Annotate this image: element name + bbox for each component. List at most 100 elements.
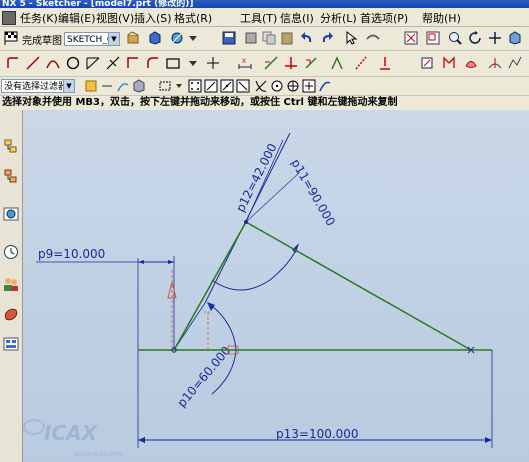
line-tool-icon[interactable] <box>26 56 40 70</box>
snap-endpoint-icon[interactable] <box>204 79 218 93</box>
menu-analysis[interactable]: 分析(L) <box>320 10 357 26</box>
part-navigator-icon[interactable] <box>3 168 19 184</box>
cut-icon[interactable] <box>244 31 258 45</box>
undo-icon[interactable] <box>300 31 314 45</box>
rectangle-select-icon[interactable] <box>158 79 172 93</box>
sketch-name-combo[interactable]: SKETCH_000 ▼ <box>64 32 120 46</box>
alternate-solution-icon[interactable] <box>378 56 392 70</box>
inclined-curve[interactable] <box>173 221 247 351</box>
animate-dimension-icon[interactable] <box>330 56 344 70</box>
sketch-plane-icon[interactable] <box>126 31 140 45</box>
view-orient-icon[interactable] <box>508 31 522 45</box>
quick-trim-icon[interactable] <box>106 56 120 70</box>
filter-type-icon[interactable] <box>84 79 98 93</box>
p11-label[interactable]: p11=90.000 <box>288 157 338 229</box>
roles-icon[interactable] <box>3 276 19 292</box>
profile-icon[interactable] <box>6 56 20 70</box>
dimension-p9[interactable]: p9=10.000 <box>36 247 175 350</box>
convert-reference-icon[interactable] <box>354 56 368 70</box>
snap-all-icon[interactable] <box>188 79 202 93</box>
derived-line-icon[interactable] <box>86 56 100 70</box>
copy-icon[interactable] <box>262 31 276 45</box>
hypotenuse-curve[interactable] <box>245 221 472 351</box>
title-bar: NX 5 - Sketcher - [model7.prt (修改的)] <box>0 0 529 8</box>
web-browser-icon[interactable] <box>3 206 19 222</box>
save-icon[interactable] <box>222 31 236 45</box>
circle-tool-icon[interactable] <box>66 56 80 70</box>
finish-sketch-button[interactable]: 完成草图 <box>22 32 62 47</box>
select-body-icon[interactable] <box>132 79 146 93</box>
redo-icon[interactable] <box>320 31 334 45</box>
toolbar-row-3: 没有选择过滤器 ▼ <box>0 77 529 96</box>
p9-label[interactable]: p9=10.000 <box>38 247 105 261</box>
p10-arrowhead <box>207 302 215 311</box>
snap-quadrant-icon[interactable] <box>286 79 300 93</box>
p10-label[interactable]: p10=60.000 <box>175 344 234 410</box>
vertex-point-b[interactable] <box>244 220 248 224</box>
toolbar-row-1: 完成草图 SKETCH_000 ▼ <box>0 27 529 51</box>
sketch-svg[interactable]: p12=42.000 p11=90.000 p9=10.000 p10=60.0… <box>23 110 529 462</box>
offset-curve-icon[interactable] <box>420 56 434 70</box>
p13-label[interactable]: p13=100.000 <box>276 427 359 441</box>
selection-filter-combo[interactable]: 没有选择过滤器 ▼ <box>1 79 75 93</box>
orient-view-icon[interactable] <box>148 31 162 45</box>
zoom-icon[interactable] <box>448 31 462 45</box>
snap-intersection-icon[interactable] <box>254 79 268 93</box>
paste-icon[interactable] <box>280 31 294 45</box>
arc-tool-icon[interactable] <box>46 56 60 70</box>
resource-bar <box>0 110 23 462</box>
palette-icon[interactable] <box>3 336 19 352</box>
select-face-icon[interactable] <box>116 79 130 93</box>
reattach-icon[interactable] <box>170 31 184 45</box>
fit-icon[interactable] <box>404 31 418 45</box>
constraints-icon[interactable] <box>264 56 278 70</box>
edit-curve-icon[interactable] <box>508 56 522 70</box>
app-menu-icon[interactable] <box>2 11 16 25</box>
menu-edit[interactable]: 编辑(E) <box>58 10 96 26</box>
assembly-navigator-icon[interactable] <box>3 138 19 154</box>
snap-control-icon[interactable] <box>236 79 250 93</box>
dimension-p12[interactable]: p12=42.000 <box>173 132 291 351</box>
snap-on-curve-icon[interactable] <box>318 79 332 93</box>
snap-arc-center-icon[interactable] <box>270 79 284 93</box>
select-arrow-icon[interactable] <box>344 31 358 45</box>
rotate-icon[interactable] <box>468 31 482 45</box>
point-tool-icon[interactable] <box>206 56 220 70</box>
sketch-curves[interactable] <box>138 220 492 354</box>
menu-format[interactable]: 格式(R) <box>174 10 212 26</box>
show-constraints-icon[interactable] <box>284 56 298 70</box>
dropdown-arrow-icon-2[interactable] <box>186 56 200 70</box>
auto-constrain-icon[interactable] <box>304 56 318 70</box>
dropdown-arrow-icon-3[interactable] <box>172 79 186 93</box>
intersection-icon[interactable] <box>488 56 502 70</box>
history-clock-icon[interactable] <box>3 244 19 260</box>
mirror-icon[interactable] <box>442 56 456 70</box>
dimension-p10[interactable]: p10=60.000 <box>175 302 237 410</box>
menu-view[interactable]: 视图(V) <box>96 10 134 26</box>
quick-extend-icon[interactable] <box>126 56 140 70</box>
snap-midpoint-icon[interactable] <box>220 79 234 93</box>
system-materials-icon[interactable] <box>3 306 19 322</box>
menu-task[interactable]: 任务(K) <box>20 10 58 26</box>
graphics-window[interactable]: p12=42.000 p11=90.000 p9=10.000 p10=60.0… <box>23 110 529 462</box>
pan-icon[interactable] <box>488 31 502 45</box>
project-curve-icon[interactable] <box>464 56 478 70</box>
menu-info[interactable]: 信息(I) <box>280 10 314 26</box>
zoom-window-icon[interactable] <box>426 31 440 45</box>
reset-filter-icon[interactable] <box>100 79 114 93</box>
fillet-icon[interactable] <box>146 56 160 70</box>
rectangle-tool-icon[interactable] <box>166 56 180 70</box>
watermark: ICAX WWW.ICAX.ORG <box>23 419 123 458</box>
menu-tools[interactable]: 工具(T) <box>240 10 277 26</box>
menu-preferences[interactable]: 首选项(P) <box>360 10 408 26</box>
menu-help[interactable]: 帮助(H) <box>422 10 461 26</box>
p12-label[interactable]: p12=42.000 <box>233 141 279 214</box>
finish-flag-icon[interactable] <box>4 31 18 45</box>
prompt-bar: 选择对象并使用 MB3，双击，按下左键并拖动来移动，或按住 Ctrl 键和左键拖… <box>0 96 529 110</box>
inferred-dimension-icon[interactable]: X <box>238 56 252 70</box>
command-finder-icon[interactable] <box>366 31 380 45</box>
snap-point-icon[interactable] <box>302 79 316 93</box>
dropdown-arrow-icon[interactable] <box>186 31 200 45</box>
dimension-p11[interactable]: p11=90.000 <box>211 157 338 291</box>
menu-insert[interactable]: 插入(S) <box>134 10 172 26</box>
